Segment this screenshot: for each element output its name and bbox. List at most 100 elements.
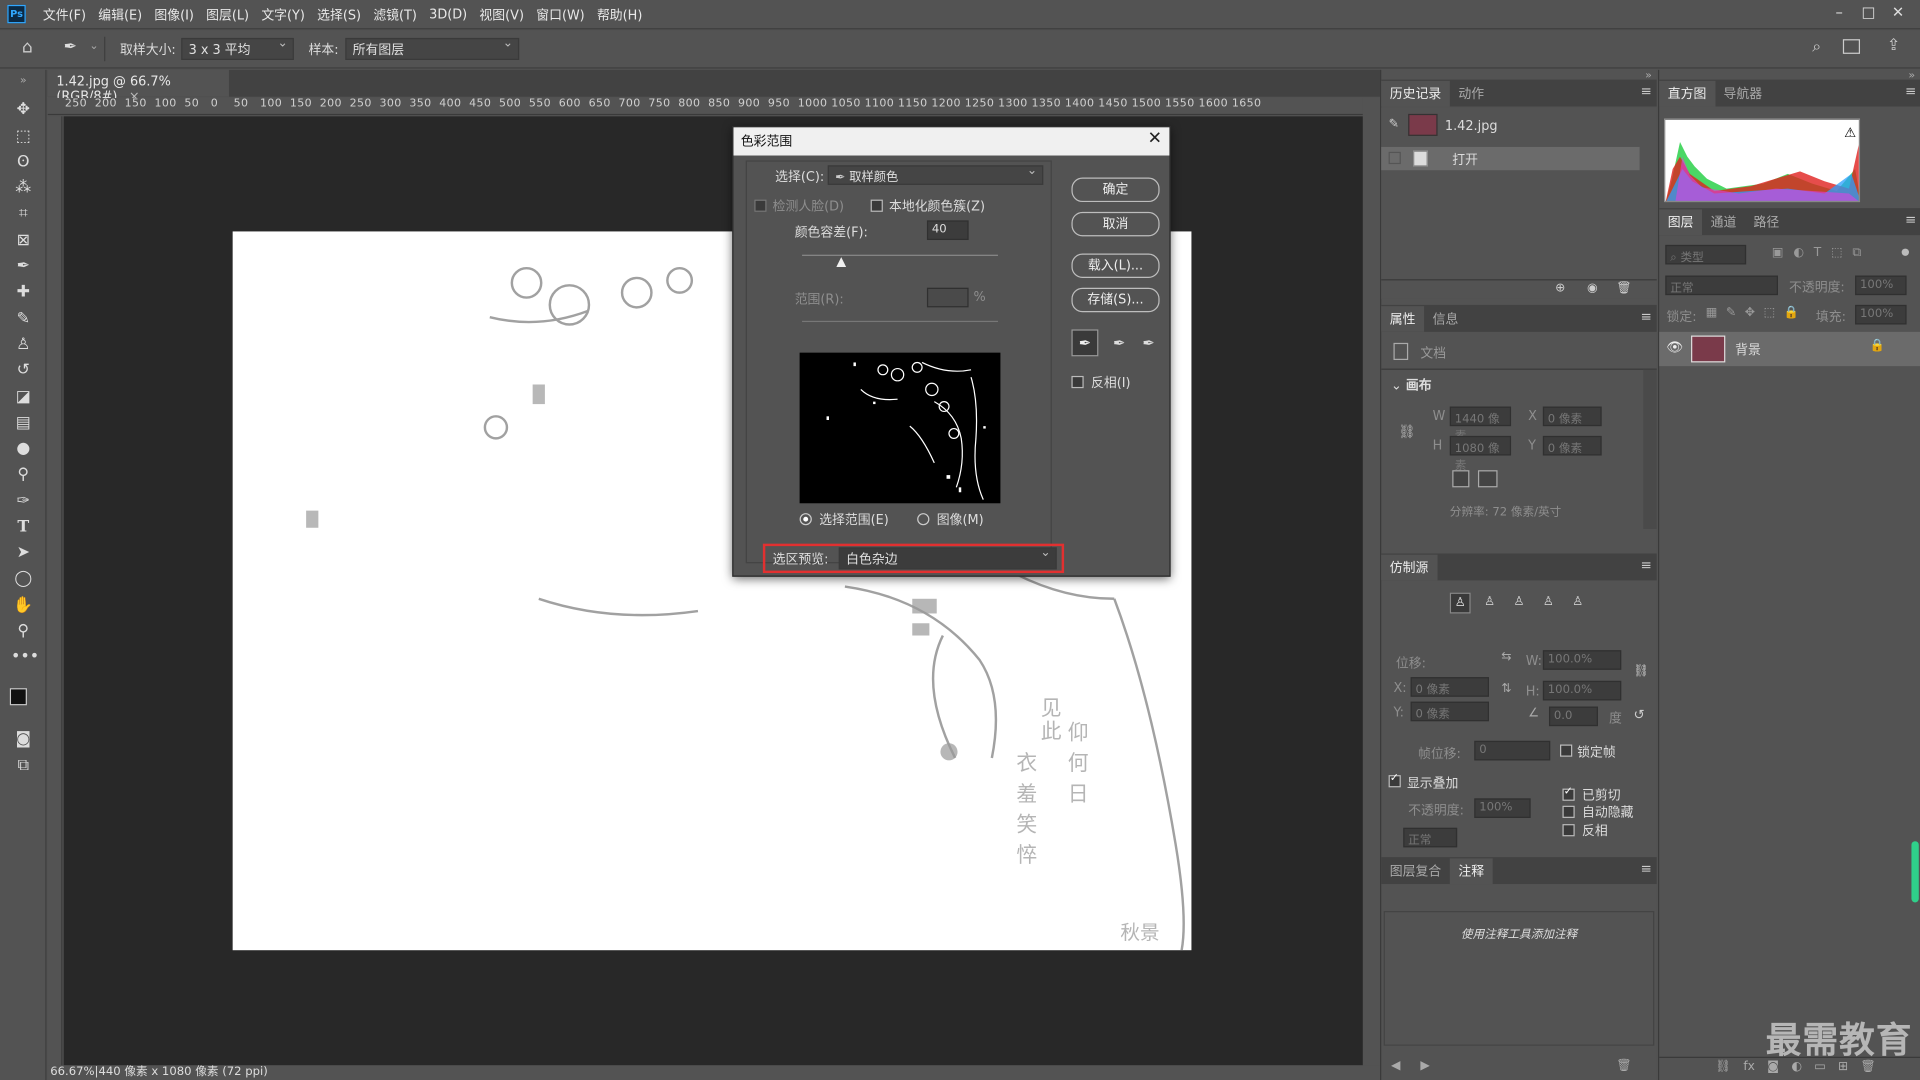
auto-hide-checkbox[interactable] [1562, 805, 1575, 818]
clone-x-input[interactable]: 0 像素 [1410, 677, 1489, 697]
move-tool-icon[interactable]: ✥ [11, 99, 35, 121]
brush-tool-icon[interactable]: ✎ [11, 309, 35, 331]
clone-source-2-icon[interactable]: ♙ [1479, 593, 1500, 614]
layer-row-background[interactable]: 👁 背景 🔒 [1659, 331, 1920, 367]
fill-input[interactable]: 100% [1855, 304, 1907, 325]
new-group-icon[interactable]: ▭ [1814, 1060, 1826, 1078]
load-button[interactable]: 载入(L)... [1071, 253, 1160, 278]
menu-filter[interactable]: 滤镜(T) [367, 6, 423, 24]
y-input[interactable]: 0 像素 [1542, 435, 1602, 456]
document-tab[interactable]: 1.42.jpg @ 66.7%(RGB/8#) × [47, 69, 229, 104]
history-item-open[interactable]: 打开 [1381, 146, 1640, 171]
snapshot-camera-icon[interactable]: ◉ [1587, 282, 1598, 295]
tab-actions[interactable]: 动作 [1450, 81, 1493, 107]
marquee-tool-icon[interactable]: ⬚ [11, 126, 35, 148]
clone-source-1-icon[interactable]: ♙ [1449, 592, 1471, 614]
tab-paths[interactable]: 路径 [1745, 209, 1788, 235]
histogram-menu-icon[interactable]: ≡ [1905, 83, 1916, 99]
image-radio[interactable] [917, 513, 930, 526]
clone-h-input[interactable]: 100.0% [1542, 680, 1622, 701]
selection-preview-dropdown[interactable]: 白色杂边 [838, 546, 1057, 570]
filter-toggle-icon[interactable] [1901, 248, 1909, 256]
layer-style-icon[interactable]: fx [1743, 1060, 1755, 1078]
range-input[interactable] [926, 287, 969, 308]
menu-edit[interactable]: 编辑(E) [92, 6, 148, 24]
x-input[interactable]: 0 像素 [1542, 406, 1602, 427]
eraser-tool-icon[interactable]: ◪ [11, 387, 35, 409]
lock-position-icon[interactable]: ✥ [1745, 306, 1755, 319]
dialog-close-icon[interactable]: ✕ [1148, 129, 1162, 149]
sample-dropdown[interactable]: 所有图层 [345, 37, 520, 61]
frame-tool-icon[interactable]: ⊠ [11, 230, 35, 252]
history-menu-icon[interactable]: ≡ [1641, 83, 1652, 99]
hand-tool-icon[interactable]: ✋ [11, 595, 35, 617]
chevron-down-icon[interactable]: ⌄ [89, 40, 98, 52]
next-note-icon[interactable]: ▶ [1420, 1059, 1429, 1072]
show-overlay-checkbox[interactable] [1388, 773, 1401, 788]
menu-view[interactable]: 视图(V) [473, 6, 530, 24]
menu-image[interactable]: 图像(I) [148, 6, 200, 24]
foreground-color-swatch[interactable] [9, 688, 27, 706]
eyedropper-sample-icon[interactable]: ✒ [1071, 329, 1099, 357]
screen-mode-icon[interactable]: ⧉ [11, 756, 35, 778]
localized-color-checkbox[interactable] [870, 199, 883, 212]
menu-window[interactable]: 窗口(W) [530, 6, 591, 24]
gradient-tool-icon[interactable]: ▤ [11, 413, 35, 435]
selection-radio[interactable] [799, 513, 812, 526]
opacity-input[interactable]: 100% [1855, 275, 1907, 296]
h-input[interactable]: 1080 像素 [1449, 435, 1512, 473]
overlay-opacity-input[interactable]: 100% [1474, 798, 1531, 818]
fuzziness-slider-track[interactable] [802, 254, 998, 256]
expand-icon[interactable]: » [11, 70, 35, 92]
dodge-tool-icon[interactable]: ⚲ [11, 464, 35, 486]
adjustment-filter-icon[interactable]: ◐ [1793, 246, 1804, 259]
pixel-filter-icon[interactable]: ▣ [1772, 246, 1784, 259]
clone-y-input[interactable]: 0 像素 [1410, 701, 1489, 722]
menu-file[interactable]: 文件(F) [37, 6, 92, 24]
adjustment-layer-icon[interactable]: ◐ [1791, 1060, 1802, 1078]
lock-all-icon[interactable]: 🔒 [1784, 306, 1799, 319]
menu-layer[interactable]: 图层(L) [200, 6, 255, 24]
quick-mask-icon[interactable]: ◙ [11, 729, 35, 751]
add-mask-icon[interactable]: ◙ [1767, 1060, 1779, 1078]
healing-brush-tool-icon[interactable]: ✚ [11, 282, 35, 304]
select-dropdown[interactable]: ✒ 取样颜色 [827, 164, 1044, 185]
search-icon[interactable]: ⌕ [1812, 38, 1821, 56]
lasso-tool-icon[interactable]: ʘ [11, 152, 35, 174]
panel-scroll-indicator[interactable] [1911, 841, 1919, 903]
delete-layer-icon[interactable]: 🗑 [1861, 1060, 1877, 1078]
lock-artboard-icon[interactable]: ⬚ [1764, 306, 1776, 319]
menu-select[interactable]: 选择(S) [311, 6, 367, 24]
visibility-eye-icon[interactable]: 👁 [1667, 339, 1684, 355]
shape-filter-icon[interactable]: ⬚ [1831, 246, 1843, 259]
canvas-section-toggle[interactable]: ⌄ 画布 [1391, 376, 1432, 394]
lock-transparency-icon[interactable]: ▦ [1706, 306, 1718, 319]
landscape-icon[interactable] [1477, 470, 1498, 488]
close-window-icon[interactable]: ✕ [1883, 4, 1912, 21]
clone-source-5-icon[interactable]: ♙ [1567, 593, 1588, 614]
eyedropper-subtract-icon[interactable]: ✒ [1136, 331, 1160, 355]
trash-icon[interactable]: 🗑 [1616, 282, 1632, 295]
clone-menu-icon[interactable]: ≡ [1641, 557, 1652, 573]
cancel-button[interactable]: 取消 [1071, 211, 1160, 237]
canvas-scrollbar[interactable] [1362, 97, 1381, 1066]
clone-w-input[interactable]: 100.0% [1542, 650, 1622, 670]
portrait-icon[interactable] [1452, 470, 1470, 488]
save-button[interactable]: 存储(S)... [1071, 287, 1160, 313]
detect-faces-checkbox[interactable] [754, 199, 767, 212]
lock-frame-checkbox[interactable] [1560, 744, 1573, 757]
tab-info[interactable]: 信息 [1424, 306, 1467, 332]
notes-menu-icon[interactable]: ≡ [1641, 861, 1652, 877]
clipped-checkbox[interactable] [1562, 786, 1575, 801]
type-filter-icon[interactable]: T [1814, 246, 1821, 259]
overlay-invert-checkbox[interactable] [1562, 824, 1575, 837]
type-tool-icon[interactable]: T [11, 517, 35, 539]
blend-mode-dropdown[interactable]: 正常 [1665, 275, 1778, 296]
delete-note-icon[interactable]: 🗑 [1616, 1059, 1632, 1072]
overlay-mode-dropdown[interactable]: 正常 [1403, 827, 1458, 848]
minimize-icon[interactable]: – [1825, 4, 1854, 21]
tab-clone-source[interactable]: 仿制源 [1381, 554, 1437, 581]
tab-history[interactable]: 历史记录 [1381, 80, 1450, 107]
link-chain-icon[interactable]: ⛓ [1633, 665, 1649, 678]
tab-notes[interactable]: 注释 [1449, 858, 1493, 885]
